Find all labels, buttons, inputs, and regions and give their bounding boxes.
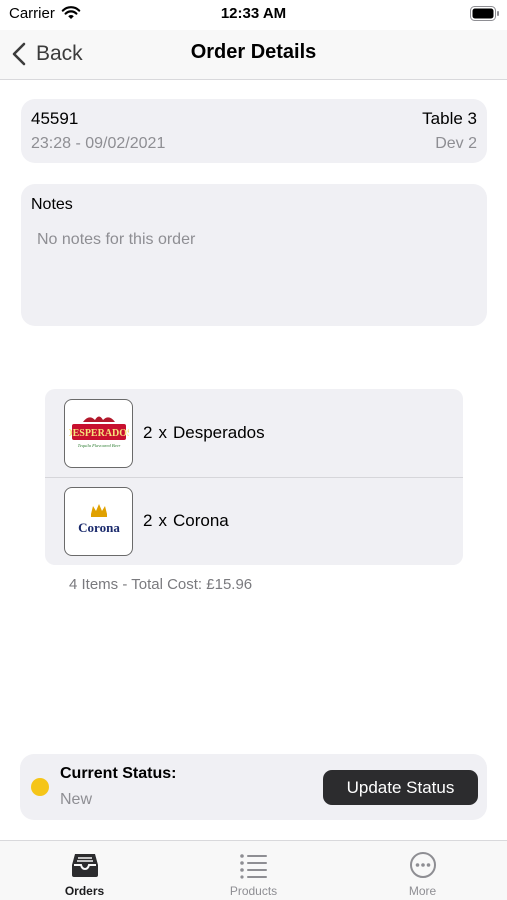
list-item[interactable]: DESPERADOS Tequila Flavoured Beer 2x Desp… (45, 389, 463, 477)
status-label: Current Status: (60, 765, 177, 782)
order-device: Dev 2 (435, 135, 477, 152)
list-icon (240, 854, 267, 879)
notes-card: Notes No notes for this order (21, 184, 487, 326)
page-title: Order Details (190, 41, 317, 63)
list-item[interactable]: Corona 2 x Corona (45, 477, 463, 565)
corona-logo: Corona (64, 487, 133, 556)
order-datetime: 23:28 - 09/02/2021 (31, 135, 166, 152)
tab-label: Products (229, 884, 278, 898)
item-times-sign: x (158, 511, 167, 530)
order-table: Table 3 (422, 109, 477, 128)
status-value: New (60, 791, 93, 808)
order-summary-card: 45591 Table 3 23:28 - 09/02/2021 Dev 2 (21, 99, 487, 163)
tab-label: More (408, 884, 437, 898)
desperados-logo-text: DESPERADOS (69, 428, 129, 439)
battery-icon (470, 6, 499, 21)
tab-more[interactable]: More (338, 841, 507, 900)
navigation-bar: Back Order Details (0, 30, 507, 80)
tab-products[interactable]: Products (169, 841, 338, 900)
order-items-list: DESPERADOS Tequila Flavoured Beer 2xDesp… (45, 389, 463, 565)
item-quantity: 2 (143, 423, 153, 442)
ellipsis-circle-icon (410, 852, 436, 878)
tray-icon (72, 854, 98, 877)
desperados-logo-image: DESPERADOS Tequila Flavoured Beer (69, 416, 129, 448)
status-indicator-dot (31, 778, 49, 796)
order-total-summary: 4 Items - Total Cost: £15.96 (69, 576, 253, 593)
clock-time: 12:33 AM (220, 5, 287, 22)
item-name: Desperados (172, 423, 265, 442)
corona-logo-image: Corona (78, 503, 120, 535)
item-name: Corona (172, 511, 229, 530)
update-status-button[interactable]: Update Status (323, 770, 478, 805)
notes-title: Notes (31, 196, 73, 213)
tab-bar: Orders Products More (0, 840, 507, 900)
tab-orders[interactable]: Orders (0, 841, 169, 900)
notes-text: No notes for this order (37, 231, 196, 248)
desperados-logo-subtext: Tequila Flavoured Beer (77, 443, 120, 448)
tab-label: Orders (64, 884, 105, 898)
corona-logo-text: Corona (78, 520, 120, 535)
status-bar: Carrier 12:33 AM (0, 0, 507, 30)
desperados-logo: DESPERADOS Tequila Flavoured Beer (64, 399, 133, 468)
item-quantity: 2 (143, 511, 153, 530)
item-times-sign: x (158, 423, 167, 442)
item-label: 2 x Corona (143, 511, 229, 531)
status-card: Current Status: New Update Status (20, 754, 487, 820)
item-label: 2 x Desperados (143, 423, 265, 443)
order-id: 45591 (31, 109, 79, 128)
